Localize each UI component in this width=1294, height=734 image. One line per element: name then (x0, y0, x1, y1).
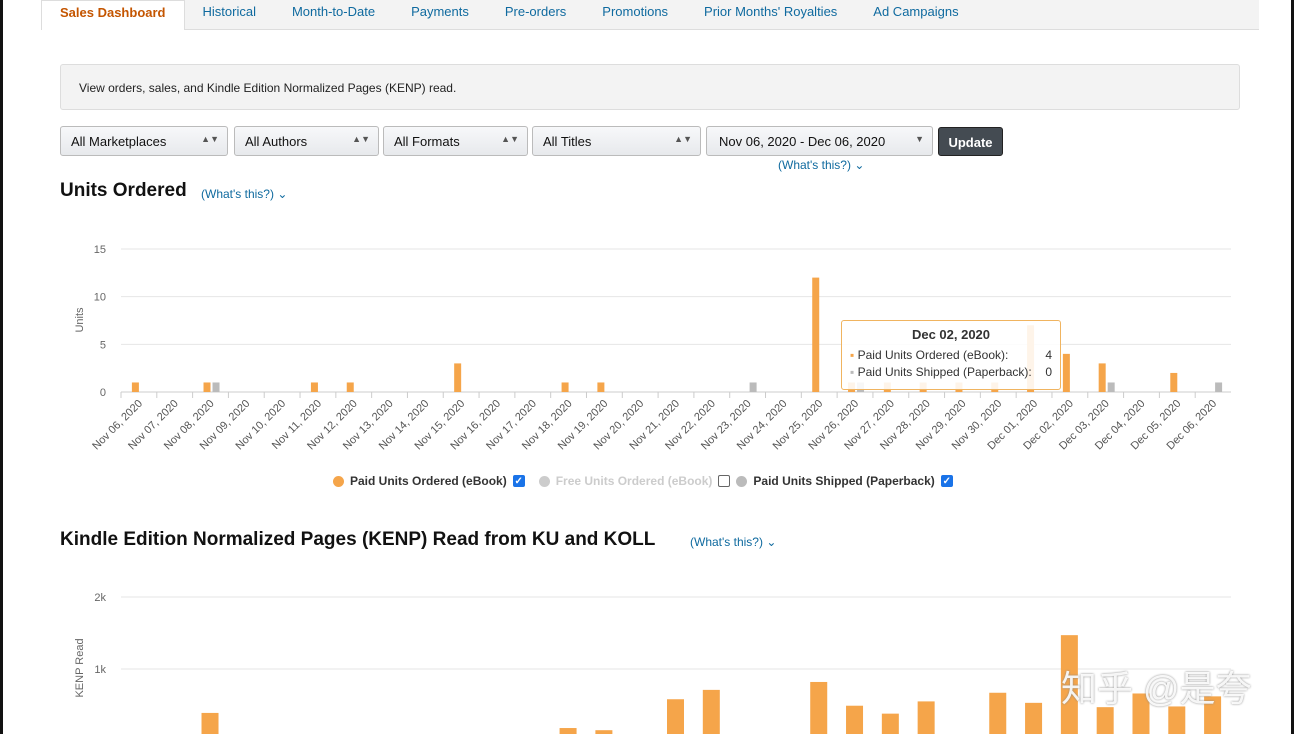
y-axis-label: KENP Read (74, 638, 86, 697)
kenp-bar (595, 730, 613, 734)
paperback-bar (1107, 382, 1115, 392)
legend-free-ebook[interactable]: Free Units Ordered (eBook) (556, 474, 713, 488)
ebook-bar (346, 382, 354, 392)
ebook-bar (310, 382, 318, 392)
ebook-bar (1062, 353, 1070, 392)
paperback-bar (749, 382, 757, 392)
paid-ebook-dot-icon (333, 475, 344, 487)
free-ebook-checkbox[interactable] (718, 475, 731, 487)
watermark: 知乎 @是夸 (1061, 668, 1252, 709)
ebook-bar (454, 363, 462, 392)
y-tick-label: 5 (100, 339, 106, 351)
kenp-bar (810, 681, 828, 734)
paperback-bar (1215, 382, 1223, 392)
kenp-bar (846, 705, 864, 734)
legend-paid-ebook[interactable]: Paid Units Ordered (eBook) (350, 474, 507, 488)
y-tick-label: 0 (100, 387, 106, 399)
y-axis-label: Units (74, 307, 86, 333)
y-tick-label: 10 (94, 292, 106, 304)
kenp-bar (702, 689, 720, 734)
charts-canvas: 051015UnitsNov 06, 2020Nov 07, 2020Nov 0… (74, 244, 1231, 734)
free-ebook-dot-icon (538, 475, 550, 487)
tooltip-row2-label: Paid Units Shipped (Paperback): (857, 365, 1032, 379)
ebook-bar (1170, 372, 1178, 392)
y-tick-label: 1k (94, 664, 106, 676)
y-tick-label: 15 (94, 244, 106, 256)
tooltip-date: Dec 02, 2020 (911, 327, 991, 342)
paperback-bar (212, 382, 220, 392)
kenp-bar (917, 701, 935, 734)
kenp-bar (1025, 702, 1043, 734)
paid-ebook-checkbox[interactable]: ✓ (512, 475, 525, 487)
ebook-bar (561, 382, 569, 392)
kenp-bar (201, 712, 219, 734)
kenp-bar (881, 713, 899, 734)
tooltip-row2-value: 0 (1045, 365, 1052, 379)
paperback-dot-icon (736, 475, 748, 487)
ebook-bar (597, 382, 605, 392)
tooltip-row1-value: 4 (1045, 348, 1052, 362)
chart-tooltip: Dec 02, 2020 ▪ Paid Units Ordered (eBook… (841, 320, 1061, 390)
legend-paperback[interactable]: Paid Units Shipped (Paperback) (753, 474, 934, 488)
units-legend: Paid Units Ordered (eBook) ✓ Free Units … (333, 474, 953, 488)
ebook-bar (203, 382, 211, 392)
paperback-checkbox[interactable]: ✓ (940, 475, 953, 487)
kenp-bar (559, 728, 577, 734)
ebook-bar (1098, 363, 1106, 392)
kenp-bar (989, 692, 1007, 734)
kenp-bar (667, 699, 684, 734)
tooltip-row1-label: Paid Units Ordered (eBook): (857, 348, 1009, 362)
ebook-bar (131, 382, 139, 392)
y-tick-label: 2k (94, 592, 106, 604)
ebook-bar (812, 277, 820, 392)
